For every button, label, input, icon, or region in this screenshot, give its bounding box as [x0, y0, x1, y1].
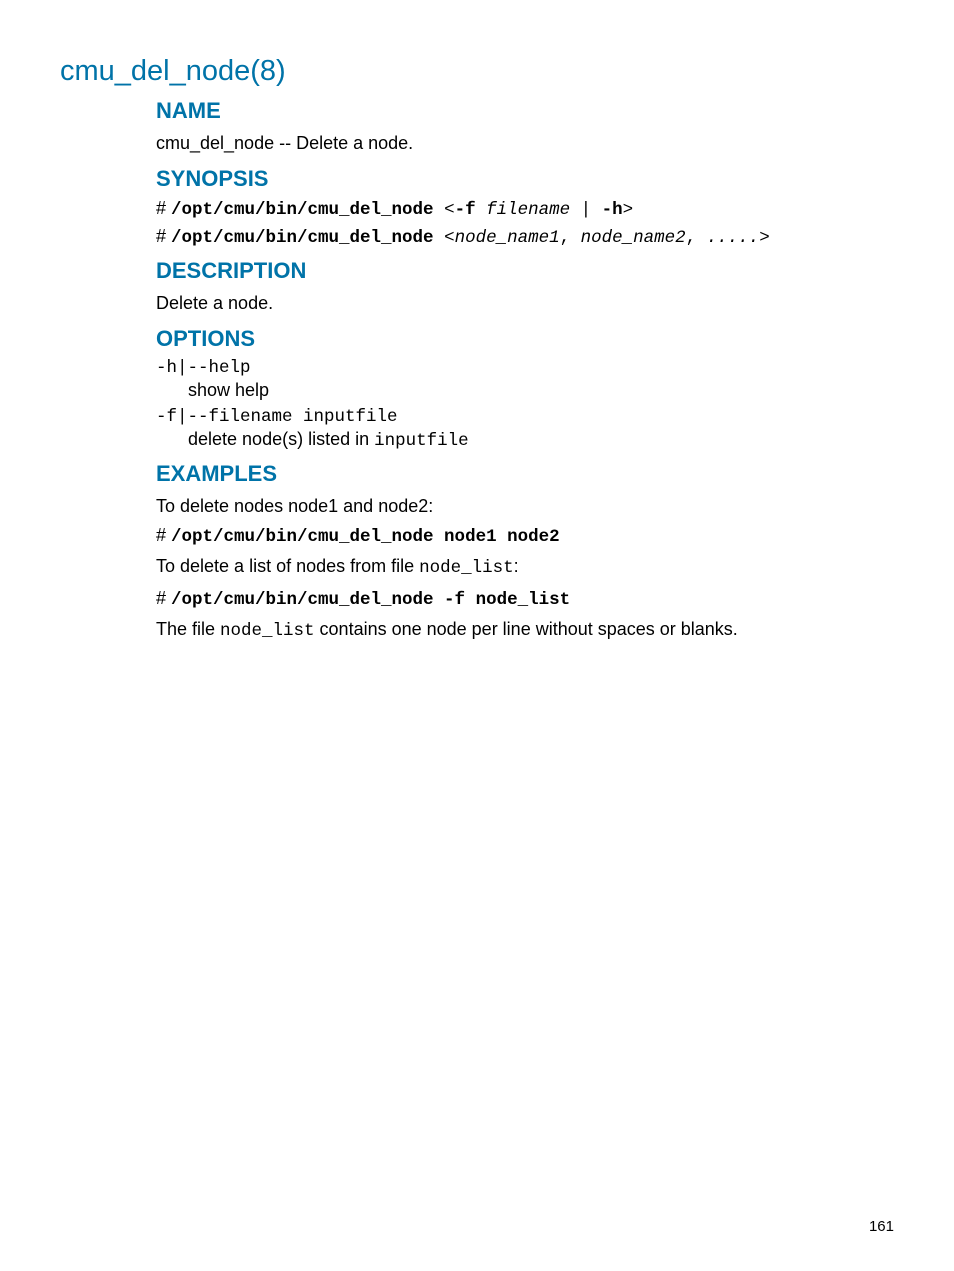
example-1-cmd-text: /opt/cmu/bin/cmu_del_node node1 node2	[171, 527, 560, 547]
name-text: cmu_del_node -- Delete a node.	[156, 130, 894, 156]
node-list-code: node_list	[419, 558, 514, 578]
example-2-intro: To delete a list of nodes from file node…	[156, 553, 894, 581]
hash-prompt: #	[156, 588, 171, 608]
angle-close: >	[623, 200, 634, 220]
content: NAME cmu_del_node -- Delete a node. SYNO…	[156, 98, 894, 644]
description-text: Delete a node.	[156, 290, 894, 316]
example-note-pre: The file	[156, 619, 220, 639]
node-list-code: node_list	[220, 621, 315, 641]
example-2-pre: To delete a list of nodes from file	[156, 556, 419, 576]
example-2-command: # /opt/cmu/bin/cmu_del_node -f node_list	[156, 588, 894, 610]
option-filename-term: -f|--filename inputfile	[156, 407, 894, 427]
hash-prompt: #	[156, 226, 171, 246]
flag-h: -h	[602, 200, 623, 220]
arg-filename: filename	[486, 200, 570, 220]
option-filename-desc-text: delete node(s) listed in	[188, 429, 374, 449]
arg-dots: .....	[707, 228, 760, 248]
synopsis-line-1: # /opt/cmu/bin/cmu_del_node <-f filename…	[156, 198, 894, 220]
comma: ,	[560, 228, 581, 248]
example-2-cmd-text: /opt/cmu/bin/cmu_del_node -f node_list	[171, 590, 570, 610]
angle-close: >	[759, 228, 770, 248]
example-1-intro: To delete nodes node1 and node2:	[156, 493, 894, 519]
hash-prompt: #	[156, 525, 171, 545]
example-2-post: :	[514, 556, 519, 576]
section-heading-name: NAME	[156, 98, 894, 124]
page-number: 161	[869, 1218, 894, 1235]
example-note-post: contains one node per line without space…	[315, 619, 738, 639]
example-1-command: # /opt/cmu/bin/cmu_del_node node1 node2	[156, 525, 894, 547]
inputfile-code: inputfile	[374, 431, 469, 451]
manpage: cmu_del_node(8) NAME cmu_del_node -- Del…	[0, 0, 954, 644]
section-heading-examples: EXAMPLES	[156, 461, 894, 487]
space	[476, 200, 487, 220]
option-help-desc: show help	[188, 380, 894, 401]
page-title: cmu_del_node(8)	[60, 55, 894, 88]
arg-node1: node_name1	[455, 228, 560, 248]
section-heading-options: OPTIONS	[156, 326, 894, 352]
hash-prompt: #	[156, 198, 171, 218]
synopsis-line-2: # /opt/cmu/bin/cmu_del_node <node_name1,…	[156, 226, 894, 248]
angle-open: <	[434, 200, 455, 220]
flag-f: -f	[455, 200, 476, 220]
pipe: |	[570, 200, 602, 220]
command-path: /opt/cmu/bin/cmu_del_node	[171, 228, 434, 248]
section-heading-synopsis: SYNOPSIS	[156, 166, 894, 192]
section-heading-description: DESCRIPTION	[156, 258, 894, 284]
option-filename-desc: delete node(s) listed in inputfile	[188, 429, 894, 451]
command-path: /opt/cmu/bin/cmu_del_node	[171, 200, 434, 220]
option-help-term: -h|--help	[156, 358, 894, 378]
arg-node2: node_name2	[581, 228, 686, 248]
comma: ,	[686, 228, 707, 248]
angle-open: <	[434, 228, 455, 248]
example-note: The file node_list contains one node per…	[156, 616, 894, 644]
